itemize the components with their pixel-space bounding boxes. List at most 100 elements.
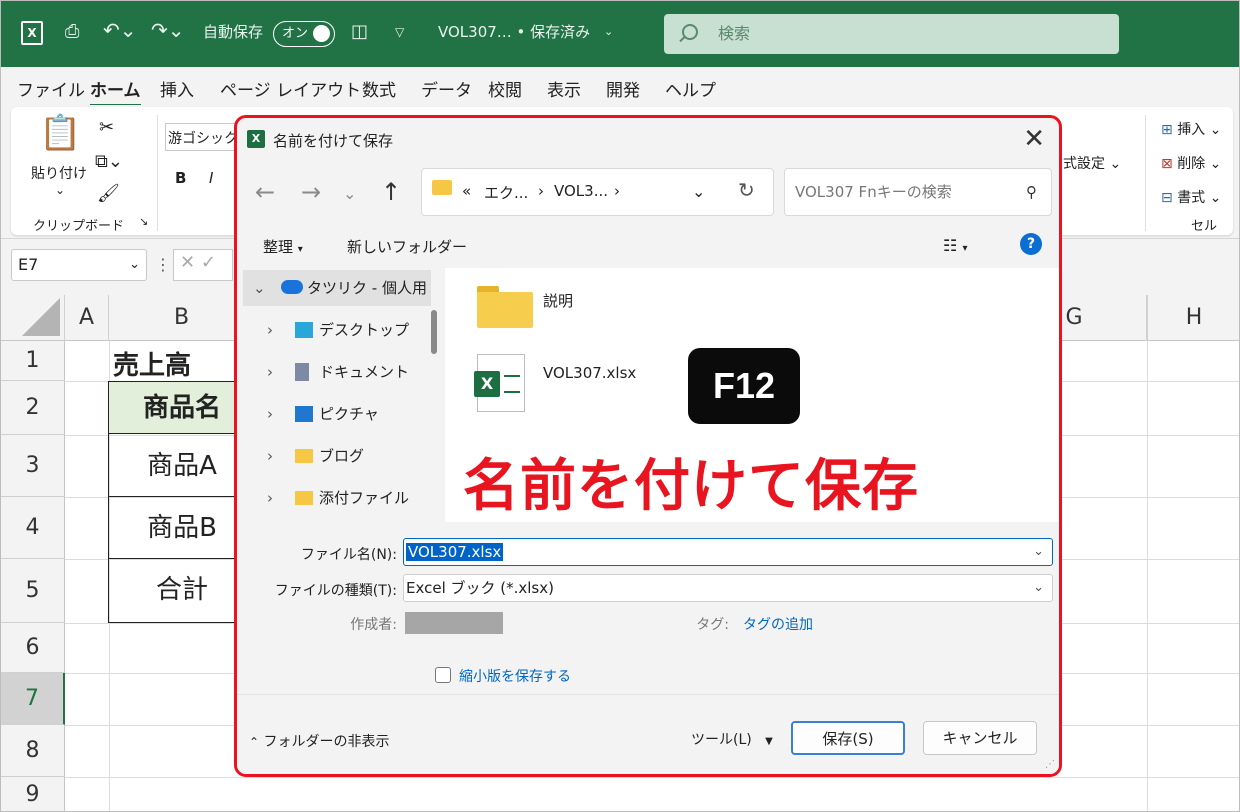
more-icon[interactable]: ⋮ <box>155 255 171 274</box>
hide-folders-button[interactable]: ⌃ フォルダーの非表示 <box>249 731 390 751</box>
new-folder-button[interactable]: 新しいフォルダー <box>347 236 467 257</box>
thumbnail-checkbox[interactable] <box>435 667 451 683</box>
file-name-xlsx[interactable]: VOL307.xlsx <box>543 364 636 382</box>
camera-icon[interactable]: ◫ <box>351 21 368 42</box>
customize-dropdown-icon[interactable]: ▽ <box>395 25 404 39</box>
paste-icon[interactable]: 📋 <box>39 113 81 153</box>
chevron-right-icon[interactable]: › <box>267 312 273 348</box>
font-name-select[interactable]: 游ゴシック <box>165 123 245 151</box>
column-header-a[interactable]: A <box>65 295 109 341</box>
document-title[interactable]: VOL307… • 保存済み <box>438 21 590 42</box>
resize-grip-icon[interactable]: ⋰ <box>1045 759 1055 770</box>
chevron-right-icon[interactable]: › <box>267 438 273 474</box>
delete-cells-button[interactable]: ⊠ 削除 ⌄ <box>1161 153 1221 173</box>
add-tag-link[interactable]: タグの追加 <box>743 614 813 634</box>
search-input[interactable]: 検索 <box>664 14 1119 54</box>
filename-value: VOL307.xlsx <box>406 543 504 561</box>
cut-icon[interactable]: ✂ <box>99 117 114 138</box>
bold-button[interactable]: B <box>175 169 186 187</box>
save-button[interactable]: 保存(S) <box>791 721 905 755</box>
file-name-folder[interactable]: 説明 <box>543 290 573 311</box>
back-icon[interactable]: ← <box>255 178 275 206</box>
chevron-down-icon[interactable]: ⌄ <box>1033 575 1044 601</box>
nav-item-desktop[interactable]: › デスクトップ <box>243 312 431 348</box>
chevron-down-icon[interactable]: ⌄ <box>253 270 266 306</box>
nav-item-attachments[interactable]: › 添付ファイル <box>243 480 431 516</box>
forward-icon[interactable]: → <box>301 178 321 206</box>
select-all-corner[interactable] <box>1 295 65 341</box>
copy-icon[interactable]: ⧉⌄ <box>95 151 123 172</box>
tab-home[interactable]: ホーム <box>90 76 141 107</box>
view-options-icon[interactable]: ☷ ▾ <box>943 236 967 255</box>
file-item-folder[interactable] <box>477 286 533 330</box>
touch-mode-icon[interactable]: ⎙ <box>65 21 79 42</box>
breadcrumb-item[interactable]: エク... <box>484 182 528 203</box>
enter-icon[interactable]: ✓ <box>201 252 216 273</box>
row-header-6[interactable]: 6 <box>1 623 65 673</box>
row-header-3[interactable]: 3 <box>1 435 65 497</box>
nav-item-documents[interactable]: › ドキュメント <box>243 354 431 390</box>
row-header-7[interactable]: 7 <box>1 673 65 725</box>
row-header-1[interactable]: 1 <box>1 341 65 381</box>
italic-button[interactable]: I <box>209 169 213 187</box>
chevron-right-icon[interactable]: › <box>267 354 273 390</box>
column-header-h[interactable]: H <box>1147 295 1239 341</box>
nav-scrollbar[interactable] <box>431 310 437 354</box>
tab-insert[interactable]: 挿入 <box>160 76 194 101</box>
chevron-down-icon[interactable]: ⌄ <box>1033 539 1044 565</box>
help-icon[interactable]: ? <box>1020 233 1042 255</box>
dialog-launcher-icon[interactable]: ↘ <box>139 215 148 228</box>
thumbnail-label[interactable]: 縮小版を保存する <box>459 666 571 686</box>
filename-input[interactable]: VOL307.xlsx ⌄ <box>403 538 1053 566</box>
name-box[interactable]: E7 ⌄ <box>11 249 147 281</box>
autosave-toggle[interactable]: オン <box>273 21 335 47</box>
organize-button[interactable]: 整理 ▾ <box>263 236 303 257</box>
paste-button[interactable]: 貼り付け <box>31 163 87 183</box>
tab-review[interactable]: 校閲 <box>488 76 522 101</box>
xlsx-file-icon[interactable]: X <box>474 354 525 412</box>
chevron-right-icon[interactable]: › <box>267 396 273 432</box>
tab-data[interactable]: データ <box>421 76 472 101</box>
redo-icon[interactable]: ↷⌄ <box>151 18 185 42</box>
chevron-down-icon[interactable]: ⌄ <box>604 25 613 38</box>
tab-help[interactable]: ヘルプ <box>665 76 716 101</box>
breadcrumb-overflow[interactable]: « <box>462 182 471 200</box>
format-cells-icon: ⊟ <box>1161 190 1173 206</box>
row-header-2[interactable]: 2 <box>1 381 65 435</box>
chevron-down-icon[interactable]: ⌄ <box>129 250 140 280</box>
tab-page-layout[interactable]: ページ レイアウト <box>220 76 361 101</box>
chevron-down-icon[interactable]: ⌄ <box>692 182 705 201</box>
conditional-format-button[interactable]: 式設定 ⌄ <box>1063 153 1121 173</box>
nav-item-blog[interactable]: › ブログ <box>243 438 431 474</box>
filetype-select[interactable]: Excel ブック (*.xlsx) ⌄ <box>403 574 1053 602</box>
close-icon[interactable]: ✕ <box>1023 124 1045 154</box>
row-header-5[interactable]: 5 <box>1 559 65 623</box>
tab-formulas[interactable]: 数式 <box>362 76 396 101</box>
tools-button[interactable]: ツール(L) ▼ <box>691 729 773 749</box>
recent-locations-icon[interactable]: ⌄ <box>343 184 356 203</box>
nav-item-onedrive[interactable]: ⌄ タツリク - 個人用 <box>243 270 431 306</box>
row-header-4[interactable]: 4 <box>1 497 65 559</box>
author-value-redacted[interactable] <box>405 612 503 634</box>
cell-b1[interactable]: 売上高 <box>113 345 191 382</box>
chevron-right-icon[interactable]: › <box>267 480 273 516</box>
insert-cells-button[interactable]: ⊞ 挿入 ⌄ <box>1161 119 1221 139</box>
format-cells-button[interactable]: ⊟ 書式 ⌄ <box>1161 187 1221 207</box>
tab-developer[interactable]: 開発 <box>606 76 640 101</box>
up-icon[interactable]: ↑ <box>381 178 401 206</box>
row-header-9[interactable]: 9 <box>1 777 65 811</box>
breadcrumb-item[interactable]: VOL3... <box>554 182 608 200</box>
address-bar[interactable]: « エク... › VOL3... › ⌄ ↻ <box>421 168 774 216</box>
dialog-search-input[interactable]: VOL307 Fnキーの検索 ⚲ <box>784 168 1052 216</box>
cancel-icon[interactable]: ✕ <box>180 252 195 273</box>
format-painter-icon[interactable]: 🖌 <box>97 183 120 204</box>
grid-line <box>1147 341 1148 811</box>
tab-file[interactable]: ファイル <box>17 76 85 101</box>
paste-chevron-icon[interactable]: ⌄ <box>55 183 65 197</box>
row-header-8[interactable]: 8 <box>1 725 65 777</box>
nav-item-pictures[interactable]: › ピクチャ <box>243 396 431 432</box>
cancel-button[interactable]: キャンセル <box>923 721 1037 755</box>
refresh-icon[interactable]: ↻ <box>738 178 755 202</box>
undo-icon[interactable]: ↶⌄ <box>103 18 137 42</box>
tab-view[interactable]: 表示 <box>547 76 581 101</box>
